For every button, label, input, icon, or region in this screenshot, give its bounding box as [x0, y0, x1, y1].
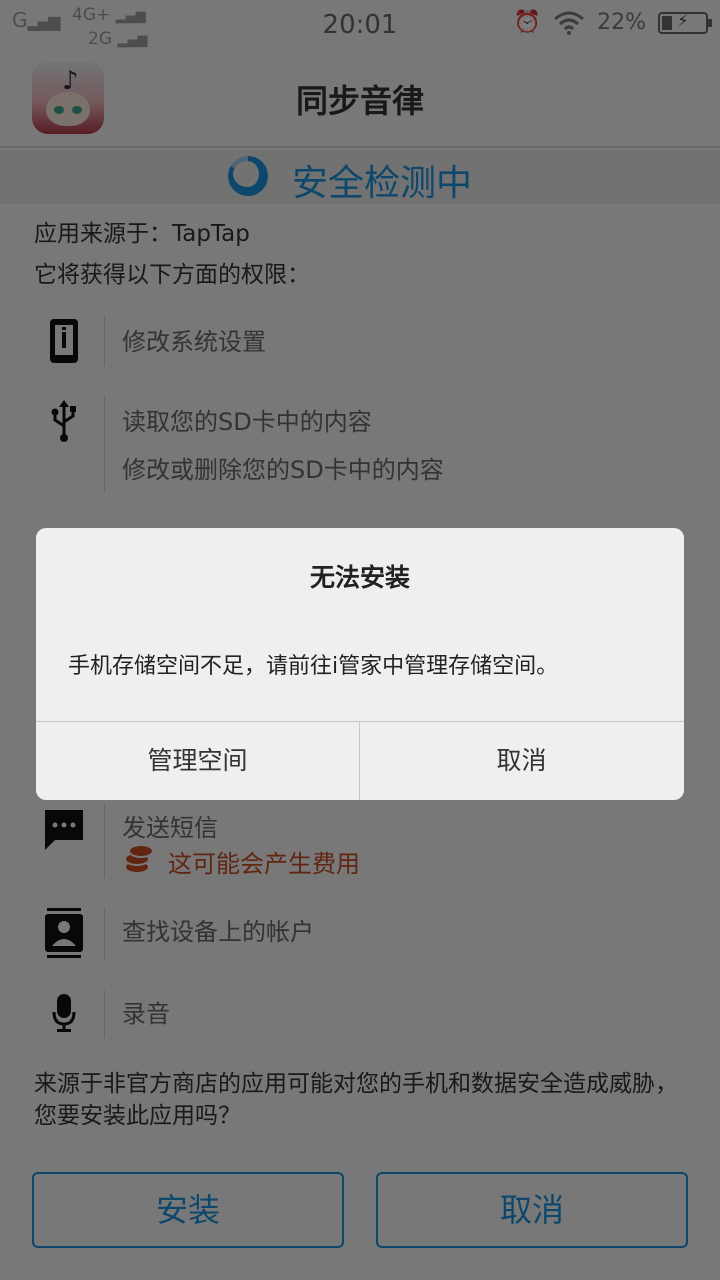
dialog-message: 手机存储空间不足，请前往i管家中管理存储空间。 [68, 654, 559, 679]
install-failed-dialog: 无法安装 手机存储空间不足，请前往i管家中管理存储空间。 管理空间 取消 [36, 528, 684, 800]
manage-space-button[interactable]: 管理空间 [36, 722, 359, 800]
dialog-title: 无法安装 [309, 563, 410, 592]
dialog-cancel-button[interactable]: 取消 [360, 722, 683, 800]
